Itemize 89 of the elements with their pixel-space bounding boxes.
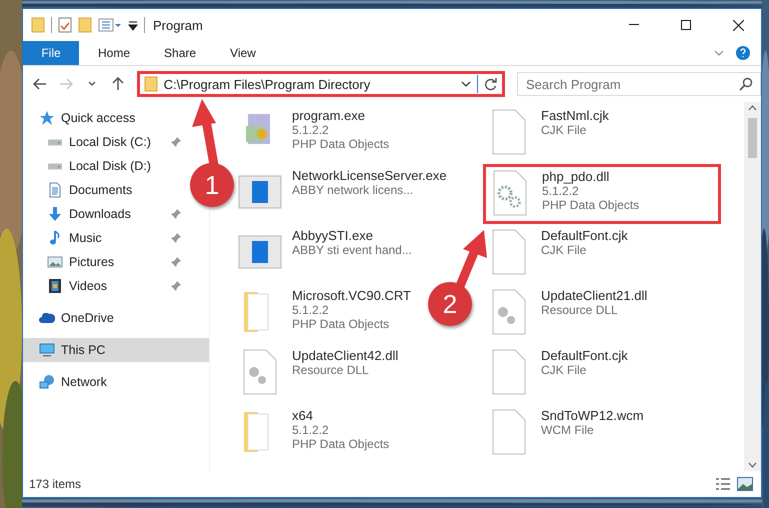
item-count: 173 items	[29, 477, 82, 491]
file-tile[interactable]: UpdateClient42.dll Resource DLL	[238, 344, 402, 400]
network-icon	[39, 374, 55, 390]
list-dropdown-icon[interactable]	[98, 18, 122, 32]
sidebar-item[interactable]: Videos	[23, 274, 187, 298]
scrollbar[interactable]	[744, 102, 761, 471]
file-tile[interactable]: DefaultFont.cjk CJK File	[487, 344, 632, 400]
ribbon-tab[interactable]: View	[215, 41, 271, 65]
file-detail: ABBY network licens...	[292, 183, 414, 197]
file-tile[interactable]: php_pdo.dll 5.1.2.2 PHP Data Objects	[483, 164, 721, 224]
refresh-icon[interactable]	[484, 77, 498, 91]
file-detail: 5.1.2.2	[292, 123, 330, 137]
file-detail: CJK File	[541, 363, 588, 377]
minimize-icon	[629, 24, 639, 26]
sidebar-item[interactable]: Documents	[23, 178, 187, 202]
file-detail: PHP Data Objects	[292, 317, 390, 331]
file-detail: 5.1.2.2	[292, 303, 330, 317]
film-icon	[47, 278, 63, 294]
file-name: AbbyySTI.exe	[292, 228, 374, 243]
file-detail: Resource DLL	[541, 303, 619, 317]
folder-icon	[144, 76, 158, 92]
sidebar-item[interactable]: Network	[23, 370, 187, 394]
file-detail: PHP Data Objects	[292, 437, 390, 451]
ribbon-tab[interactable]: Home	[83, 41, 146, 65]
file-name: NetworkLicenseServer.exe	[292, 168, 447, 183]
sidebar-item[interactable]: OneDrive	[23, 306, 187, 330]
drive-icon	[47, 138, 63, 146]
file-tile[interactable]: FastNml.cjk CJK File	[487, 104, 613, 160]
ribbon-tab[interactable]: File	[23, 41, 79, 65]
large-icons-view-icon[interactable]	[737, 477, 753, 491]
file-tile[interactable]: x64 5.1.2.2 PHP Data Objects	[238, 404, 394, 460]
file-name: FastNml.cjk	[541, 108, 609, 123]
folder-icon	[31, 17, 45, 33]
file-name: program.exe	[292, 108, 366, 123]
monitor-icon	[39, 342, 55, 358]
file-name: SndToWP12.wcm	[541, 408, 644, 423]
caret-icon	[88, 81, 96, 87]
file-detail: 5.1.2.2	[292, 423, 330, 437]
forward-arrow-icon	[58, 78, 73, 90]
checklist-icon[interactable]	[58, 17, 72, 33]
file-tile[interactable]: SndToWP12.wcm WCM File	[487, 404, 648, 460]
file-name: DefaultFont.cjk	[541, 228, 628, 243]
file-name: Microsoft.VC90.CRT	[292, 288, 411, 303]
sidebar-item[interactable]: Music	[23, 226, 187, 250]
sidebar-item[interactable]: Downloads	[23, 202, 187, 226]
dropdown-caret-icon[interactable]	[461, 81, 472, 87]
sidebar-item[interactable]: Local Disk (D:)	[23, 154, 187, 178]
sidebar-item[interactable]: Quick access	[23, 106, 187, 130]
ribbon-tab[interactable]: Share	[149, 41, 212, 65]
file-detail: PHP Data Objects	[292, 137, 390, 151]
file-name: UpdateClient42.dll	[292, 348, 398, 363]
document-icon	[47, 182, 63, 198]
maximize-icon	[681, 20, 691, 30]
file-tile[interactable]: Microsoft.VC90.CRT 5.1.2.2 PHP Data Objects	[238, 284, 415, 340]
file-tile[interactable]: UpdateClient21.dll Resource DLL	[487, 284, 652, 340]
file-name: UpdateClient21.dll	[541, 288, 648, 303]
back-arrow-icon	[32, 78, 47, 90]
sidebar-item[interactable]: Local Disk (C:)	[23, 130, 187, 154]
file-name: php_pdo.dll	[542, 169, 610, 184]
window-title: Program	[153, 18, 204, 32]
search-icon[interactable]	[739, 77, 754, 91]
file-name: x64	[292, 408, 314, 423]
file-name: DefaultFont.cjk	[541, 348, 628, 363]
drive-icon	[47, 162, 63, 170]
file-detail: CJK File	[541, 123, 588, 137]
file-detail: WCM File	[541, 423, 595, 437]
search-field[interactable]: Search Program	[517, 72, 762, 96]
details-view-icon[interactable]	[715, 477, 731, 491]
file-tile[interactable]: AbbyySTI.exe ABBY sti event hand...	[238, 224, 416, 280]
file-tile[interactable]: NetworkLicenseServer.exe ABBY network licens...	[238, 164, 451, 220]
file-detail: ABBY sti event hand...	[292, 243, 412, 257]
close-icon	[732, 20, 744, 30]
address-bar[interactable]: C:\Program Files\Program Directory	[136, 71, 506, 97]
file-detail: CJK File	[541, 243, 588, 257]
address-text: C:\Program Files\Program Directory	[164, 76, 372, 92]
star-icon	[39, 110, 55, 126]
sidebar-item[interactable]: Pictures	[23, 250, 187, 274]
file-tile[interactable]: program.exe 5.1.2.2 PHP Data Objects	[238, 104, 394, 160]
sidebar-item[interactable]: This PC	[23, 338, 209, 362]
file-detail: Resource DLL	[292, 363, 370, 377]
download-icon	[47, 206, 63, 222]
image-icon	[47, 254, 63, 270]
up-arrow-icon	[112, 77, 124, 91]
scroll-thumb[interactable]	[748, 118, 757, 158]
customize-toolbar-icon[interactable]	[128, 19, 138, 31]
cloud-icon	[39, 313, 55, 323]
file-detail: 5.1.2.2	[542, 184, 580, 198]
file-tile[interactable]: DefaultFont.cjk CJK File	[487, 224, 632, 280]
file-detail: PHP Data Objects	[542, 198, 640, 212]
